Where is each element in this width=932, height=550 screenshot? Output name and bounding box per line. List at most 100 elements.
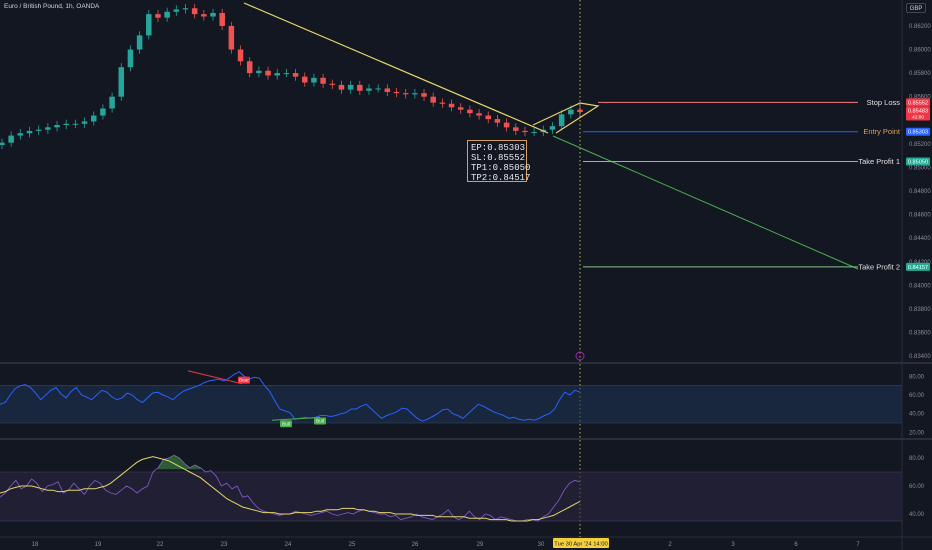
price-tick-label: 0.85200 [909, 142, 931, 148]
price-tag-text: 0.84157 [908, 265, 928, 271]
candle [393, 91, 400, 94]
info-key: TP2: [471, 173, 493, 183]
candle [54, 124, 60, 128]
candle [210, 12, 216, 17]
time-tick-label: 6 [794, 542, 798, 548]
candle [256, 70, 262, 74]
candle [246, 61, 253, 74]
drawings[interactable]: Stop Loss Entry Point Take Profit 1 Take Pr… [243, 0, 901, 537]
candle [72, 123, 79, 125]
time-tick-label: 2 [668, 542, 672, 548]
candle [35, 129, 42, 131]
price-tag-text: 0.85552 [908, 100, 928, 106]
divergence-marker-text: Bull [316, 418, 324, 423]
time-tick-label: 24 [285, 542, 292, 548]
candle [127, 49, 134, 68]
candle [338, 84, 345, 90]
crosshair-time-label: Tue 30 Apr '24 14:00 [554, 542, 607, 548]
currency-button[interactable]: GBP [906, 3, 926, 13]
rsi-tick-label: 80.00 [909, 374, 925, 380]
candle [522, 130, 528, 133]
candle [237, 49, 244, 62]
candle [439, 102, 446, 104]
candle [283, 73, 290, 75]
time-tick-label: 3 [731, 542, 735, 548]
candle [320, 77, 326, 84]
price-panel [0, 4, 583, 150]
candle [457, 107, 464, 110]
countdown-text: 42:00 [912, 114, 924, 120]
osc-tick-label: 40.00 [909, 512, 925, 518]
candle [485, 115, 492, 120]
time-tick-label: 23 [221, 542, 228, 548]
candle [118, 67, 125, 97]
rsi-tick-label: 60.00 [909, 393, 925, 399]
candle [292, 73, 299, 77]
candle [0, 142, 5, 146]
info-value: 0.84517 [492, 173, 531, 183]
candle [182, 8, 189, 10]
oscillator-panel [0, 454, 902, 522]
candle [402, 93, 409, 95]
info-key: SL: [471, 153, 488, 163]
rsi-tick-label: 20.00 [909, 430, 925, 436]
candle [513, 127, 519, 131]
rsi-band [0, 385, 902, 423]
price-tick-label: 0.84400 [909, 236, 931, 242]
candle [476, 113, 482, 116]
candle [568, 109, 574, 115]
rsi-panel: Bear Bull Bull [0, 370, 902, 428]
candle [219, 12, 225, 26]
candle [45, 127, 51, 130]
level-label: Stop Loss [867, 98, 901, 107]
price-tick-label: 0.84000 [909, 283, 931, 289]
candle [8, 135, 14, 143]
time-tick-label: 22 [157, 542, 164, 548]
info-row-ep: EP: 0.85303 [471, 143, 526, 153]
candle [81, 121, 88, 124]
time-tick-label: 29 [477, 542, 484, 548]
candle [384, 88, 391, 92]
price-tags: 0.85552 0.85303 0.85050 0.84157 0.8548342:00 [906, 98, 930, 271]
time-tick-label: 26 [412, 542, 419, 548]
candle [375, 88, 381, 90]
info-key: TP1: [471, 163, 493, 173]
candle [26, 130, 33, 134]
candle [173, 9, 180, 12]
time-tick-label: 19 [95, 542, 102, 548]
candle [503, 122, 510, 128]
candle [467, 109, 473, 114]
price-tick-label: 0.86000 [909, 48, 931, 54]
info-row-sl: SL: 0.85552 [471, 153, 526, 163]
candle [191, 8, 198, 15]
info-value: 0.85552 [487, 153, 526, 163]
candle [494, 119, 501, 123]
price-tick-label: 0.84600 [909, 213, 931, 219]
candle [412, 93, 418, 95]
candle [265, 70, 271, 76]
price-tick-label: 0.83600 [909, 331, 931, 337]
time-tick-label: 7 [856, 542, 860, 548]
trade-info-box[interactable]: EP: 0.85303 SL: 0.85552 TP1: 0.85050 TP2: 0.… [467, 140, 530, 183]
price-tick-label: 0.85800 [909, 71, 931, 77]
divergence-marker-text: Bull [282, 421, 290, 426]
candle [90, 115, 97, 122]
info-row-tp1: TP1: 0.85050 [471, 163, 530, 173]
grid [0, 0, 932, 550]
candle [146, 14, 152, 36]
rsi-tick-label: 40.00 [909, 412, 925, 418]
candle [63, 123, 69, 125]
candle [448, 103, 455, 108]
price-tick-label: 0.83400 [909, 354, 931, 360]
bear-divergence-line [187, 370, 243, 385]
info-key: EP: [471, 143, 488, 153]
info-value: 0.85303 [487, 143, 526, 153]
symbol-title: Euro / British Pound, 1h, OANDA [4, 3, 100, 10]
candle [228, 25, 235, 50]
candle [430, 96, 436, 103]
info-value: 0.85050 [492, 163, 531, 173]
candle [558, 114, 565, 127]
osc-tick-label: 60.00 [909, 484, 925, 490]
candle [164, 11, 170, 18]
chart-canvas[interactable]: Stop Loss Entry Point Take Profit 1 Take Pr… [0, 0, 932, 550]
